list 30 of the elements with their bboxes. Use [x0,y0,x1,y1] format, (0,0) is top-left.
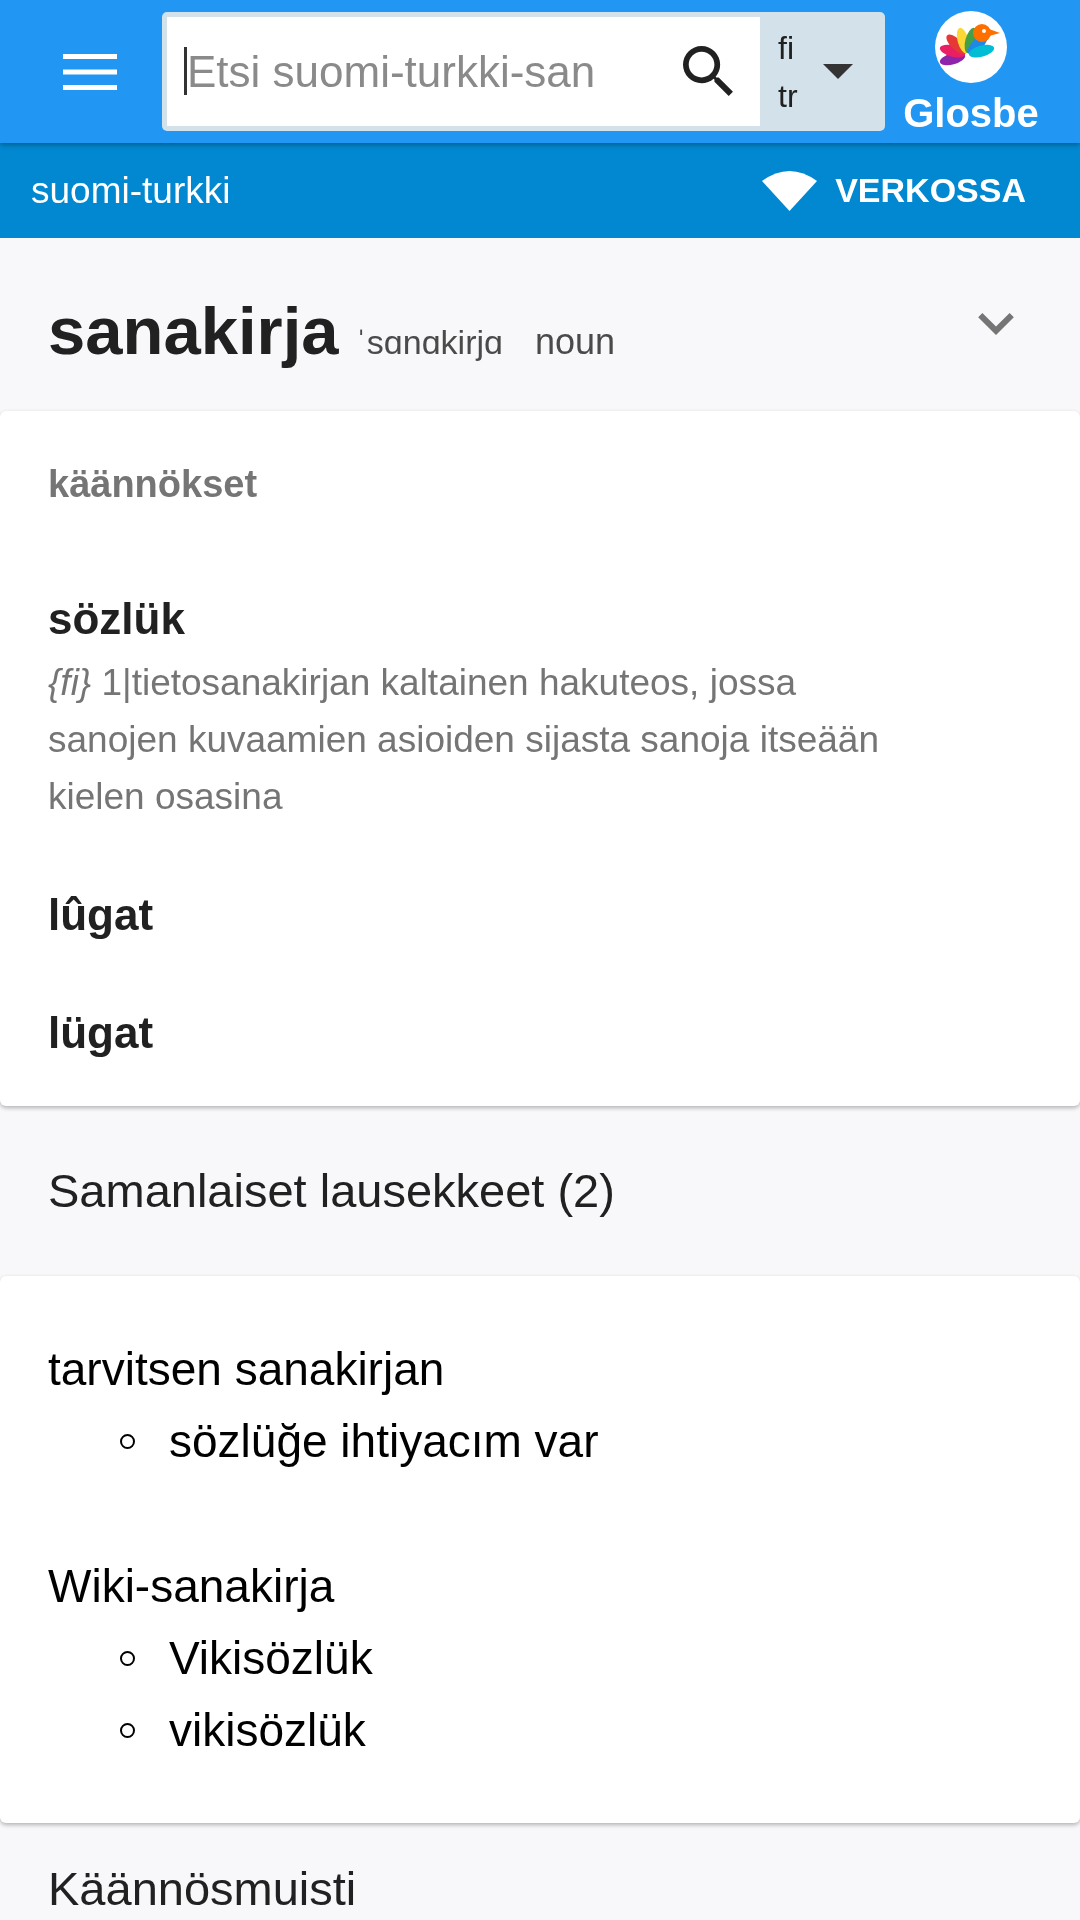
phrase-translation: sözlüğe ihtiyacım var [169,1414,599,1469]
translation-term[interactable]: lügat [48,1005,1032,1061]
menu-icon [63,53,117,90]
phrase-translation: vikisözlük [169,1703,366,1758]
section-heading: käännökset [48,462,259,506]
phrase-text: tarvitsen sanakirjan [48,1342,446,1397]
connection-status: VERKOSSA [835,171,1026,210]
caret-down-icon [823,64,853,79]
definition-text: {fi} 1|tietosanakirjan kaltainen hakuteos, jossa sanojen kuvaamien asioiden sijasta sanoja itseään kielen osasina [48,661,880,819]
phrase-text: Wiki-sanakirja [48,1559,336,1614]
text-cursor-icon [184,47,187,95]
menu-button[interactable] [63,53,117,90]
wifi-icon [762,170,818,211]
bullet-icon [120,1650,135,1666]
logo-text: Glosbe [903,91,1039,135]
search-icon [683,46,733,96]
translation-memory-heading: Käännösmuisti [48,1863,357,1915]
similar-phrases-heading: Samanlaiset lausekkeet (2) [48,1165,615,1217]
bullet-icon [120,1433,135,1449]
search-field[interactable]: Etsi suomi-turkki-san [167,17,760,126]
bullet-icon [120,1722,135,1738]
pronunciation: ˈsɑnɑkirjɑ [355,323,503,362]
translation-term[interactable]: sözlük [48,591,1032,647]
dictionary-name: suomi-turkki [31,169,231,212]
phrase-translation: Vikisözlük [169,1631,373,1686]
part-of-speech: noun [534,321,616,363]
translation-term[interactable]: lûgat [48,887,1032,943]
headword: sanakirja [48,292,339,370]
logo-icon[interactable] [935,11,1007,83]
chevron-down-icon [978,313,1014,335]
